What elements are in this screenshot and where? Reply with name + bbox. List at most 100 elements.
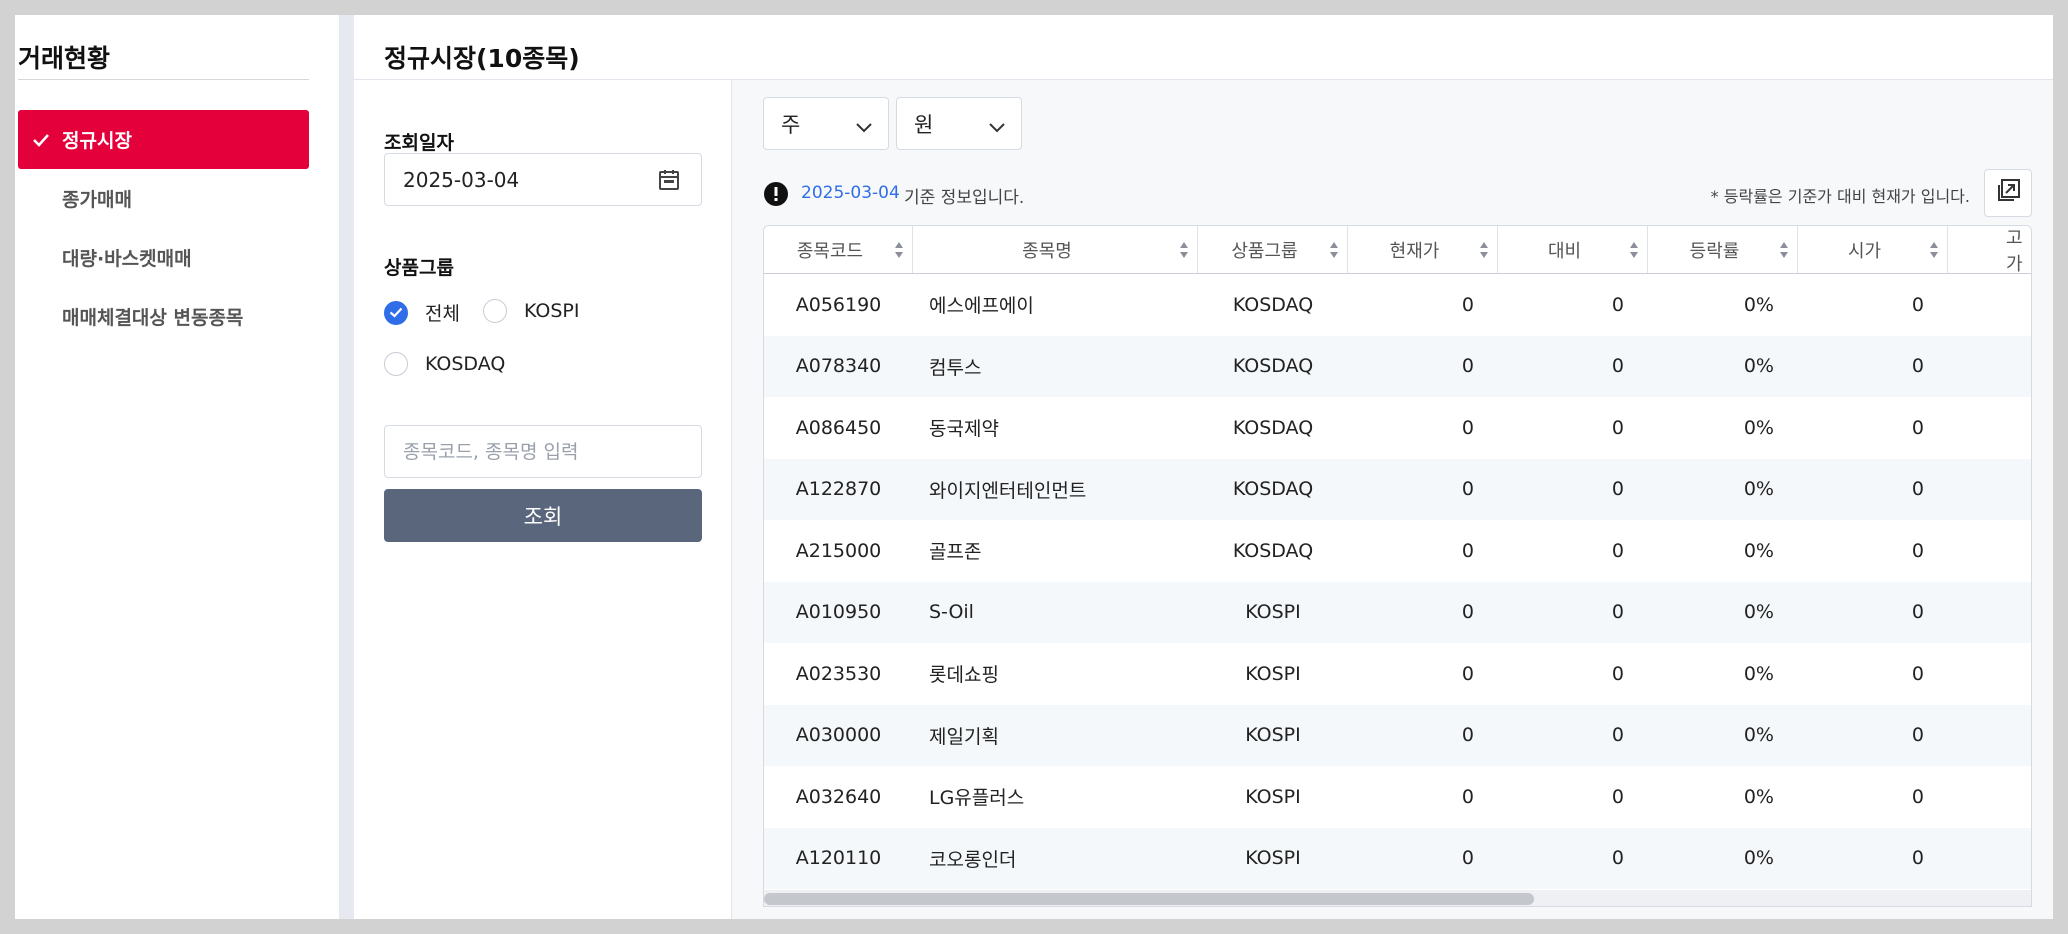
group-label: 상품그룹 — [384, 257, 454, 279]
sidebar-divider — [18, 79, 309, 80]
table-row[interactable]: A215000 골프존 KOSDAQ 0 0 0% 0 — [764, 520, 2031, 582]
cell-name: 에스에프에이 — [929, 295, 1034, 318]
sort-icon[interactable] — [1479, 240, 1489, 265]
cell-group: KOSDAQ — [1232, 539, 1314, 562]
stock-table: 종목코드 종목명 상품그룹 현재가 대비 등락률 시가 고가 A056190 에… — [763, 225, 2032, 907]
info-text: 기준 정보입니다. — [904, 188, 1025, 208]
cell-rate: 0% — [1743, 662, 1774, 685]
cell-diff: 0 — [1611, 416, 1624, 439]
cell-diff: 0 — [1611, 662, 1624, 685]
cell-group: KOSDAQ — [1232, 478, 1314, 501]
radio-unchecked-icon[interactable] — [384, 352, 408, 376]
sort-icon[interactable] — [1779, 240, 1789, 265]
cell-name: 와이지엔터테인먼트 — [929, 479, 1087, 502]
sort-icon[interactable] — [1629, 240, 1639, 265]
table-row[interactable]: A086450 동국제약 KOSDAQ 0 0 0% 0 — [764, 397, 2031, 459]
cell-price: 0 — [1461, 478, 1474, 501]
cell-group: KOSDAQ — [1232, 355, 1314, 378]
cell-rate: 0% — [1743, 724, 1774, 747]
exclamation-icon — [763, 181, 789, 211]
horizontal-scrollbar[interactable] — [764, 890, 2031, 906]
date-field[interactable]: 2025-03-04 — [384, 153, 702, 206]
cell-price: 0 — [1461, 785, 1474, 808]
info-date: 2025-03-04 — [801, 183, 900, 203]
check-icon — [32, 110, 50, 169]
radio-kospi[interactable]: KOSPI — [483, 299, 580, 323]
radio-label: 전체 — [425, 303, 460, 325]
cell-open: 0 — [1911, 478, 1924, 501]
table-row[interactable]: A078340 컴투스 KOSDAQ 0 0 0% 0 — [764, 335, 2031, 397]
cell-high — [1948, 766, 2031, 828]
search-button[interactable]: 조회 — [384, 489, 702, 542]
cell-open: 0 — [1911, 724, 1924, 747]
scrollbar-thumb[interactable] — [764, 893, 1534, 905]
header-rate[interactable]: 등락률 — [1648, 226, 1798, 273]
cell-diff: 0 — [1611, 847, 1624, 870]
sort-icon[interactable] — [1329, 240, 1339, 265]
cell-diff: 0 — [1611, 478, 1624, 501]
cell-price: 0 — [1461, 416, 1474, 439]
unit-select-value: 주 — [781, 112, 801, 137]
header-price[interactable]: 현재가 — [1348, 226, 1498, 273]
radio-label: KOSDAQ — [425, 353, 506, 375]
table-row[interactable]: A010950 S-Oil KOSPI 0 0 0% 0 — [764, 581, 2031, 643]
cell-price: 0 — [1461, 539, 1474, 562]
rate-note: * 등락률은 기준가 대비 현재가 입니다. — [1710, 187, 1970, 206]
cell-diff: 0 — [1611, 785, 1624, 808]
table-row[interactable]: A122870 와이지엔터테인먼트 KOSDAQ 0 0 0% 0 — [764, 458, 2031, 521]
cell-open: 0 — [1911, 293, 1924, 316]
sort-icon[interactable] — [894, 240, 904, 265]
cell-group: KOSDAQ — [1232, 293, 1314, 316]
table-row[interactable]: A023530 롯데쇼핑 KOSPI 0 0 0% 0 — [764, 643, 2031, 705]
header-open[interactable]: 시가 — [1798, 226, 1948, 273]
sidebar-item-regular-market[interactable]: 정규시장 — [18, 110, 309, 169]
sidebar-item-block-basket[interactable]: 대량·바스켓매매 — [18, 228, 309, 287]
sidebar-item-changed-stocks[interactable]: 매매체결대상 변동종목 — [18, 287, 309, 346]
cell-group: KOSPI — [1245, 847, 1301, 870]
page-title: 정규시장(10종목) — [384, 44, 580, 73]
cell-price: 0 — [1461, 601, 1474, 624]
expand-button[interactable] — [1984, 169, 2032, 217]
radio-kosdaq[interactable]: KOSDAQ — [384, 352, 505, 376]
cell-group: KOSPI — [1245, 785, 1301, 808]
chevron-down-icon — [987, 115, 1007, 139]
stock-search-input[interactable] — [384, 425, 702, 478]
radio-label: KOSPI — [524, 300, 580, 322]
cell-open: 0 — [1911, 355, 1924, 378]
header-diff[interactable]: 대비 — [1498, 226, 1648, 273]
table-header: 종목코드 종목명 상품그룹 현재가 대비 등락률 시가 고가 — [764, 226, 2031, 274]
cell-rate: 0% — [1743, 847, 1774, 870]
unit-select[interactable]: 주 — [763, 97, 889, 150]
table-row[interactable]: A030000 제일기획 KOSPI 0 0 0% 0 — [764, 704, 2031, 766]
sort-icon[interactable] — [1929, 240, 1939, 265]
calendar-icon[interactable] — [657, 168, 681, 197]
cell-group: KOSDAQ — [1232, 416, 1314, 439]
header-group[interactable]: 상품그룹 — [1198, 226, 1348, 273]
cell-high — [1948, 520, 2031, 582]
header-code[interactable]: 종목코드 — [764, 226, 913, 273]
table-row[interactable]: A032640 LG유플러스 KOSPI 0 0 0% 0 — [764, 766, 2031, 828]
sort-icon[interactable] — [1179, 240, 1189, 265]
cell-high — [1948, 274, 2031, 336]
sidebar-item-closing-price[interactable]: 종가매매 — [18, 169, 309, 228]
filter-panel: 조회일자 2025-03-04 상품그룹 전체 KOSPI KOSDAQ 조회 — [354, 80, 732, 919]
radio-checked-icon[interactable] — [384, 300, 408, 325]
expand-icon — [1995, 178, 2021, 208]
cell-diff: 0 — [1611, 293, 1624, 316]
cell-high — [1948, 459, 2031, 521]
cell-code: A056190 — [795, 293, 882, 316]
cell-name: 코오롱인더 — [929, 848, 1017, 871]
table-row[interactable]: A056190 에스에프에이 KOSDAQ 0 0 0% 0 — [764, 274, 2031, 336]
table-row[interactable]: A120110 코오롱인더 KOSPI 0 0 0% 0 — [764, 827, 2031, 889]
info-bar: 2025-03-04 기준 정보입니다. * 등락률은 기준가 대비 현재가 입… — [732, 180, 2032, 208]
cell-code: A023530 — [795, 662, 882, 685]
currency-select[interactable]: 원 — [896, 97, 1022, 150]
currency-select-value: 원 — [914, 112, 934, 137]
main-panel: 정규시장(10종목) 조회일자 2025-03-04 상품그룹 전체 KOSPI… — [354, 15, 2053, 919]
header-high[interactable]: 고가 — [1948, 226, 2031, 274]
header-name[interactable]: 종목명 — [913, 226, 1198, 273]
cell-code: A122870 — [795, 478, 882, 501]
radio-all[interactable]: 전체 — [384, 299, 460, 326]
cell-group: KOSPI — [1245, 662, 1301, 685]
radio-unchecked-icon[interactable] — [483, 299, 507, 323]
